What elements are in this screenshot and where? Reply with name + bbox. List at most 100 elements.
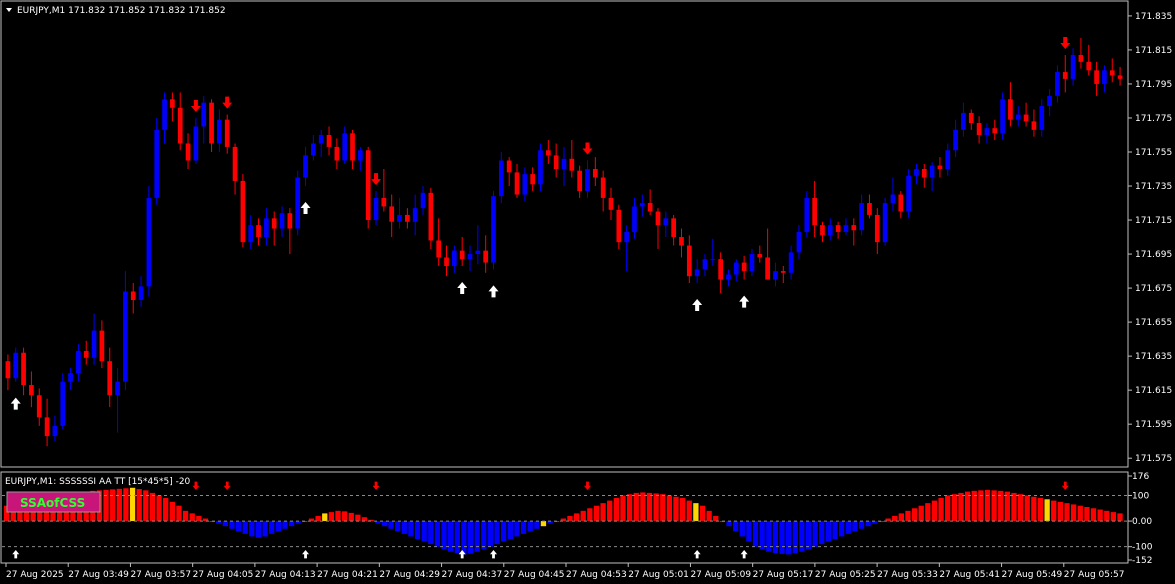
candle-body <box>420 192 426 209</box>
indicator-bar <box>766 521 772 552</box>
time-label: 27 Aug 05:49 <box>1002 570 1063 580</box>
indicator-bar <box>269 521 275 534</box>
candle-body <box>1117 75 1123 79</box>
indicator-bar <box>163 498 169 522</box>
candle-body <box>334 146 340 161</box>
candle-body <box>444 257 449 266</box>
candle-body <box>459 250 465 260</box>
indicator-bar <box>1110 512 1117 522</box>
indicator-bar <box>1044 499 1050 522</box>
ssaofcss-badge-label: SSAofCSS <box>20 496 85 510</box>
indicator-bar <box>275 521 282 532</box>
indicator-bar <box>189 513 195 522</box>
indicator-bar <box>242 521 248 534</box>
candle-body <box>561 158 567 170</box>
price-label: 171.595 <box>1135 420 1172 430</box>
candle-body <box>937 165 943 170</box>
candle-body <box>29 385 34 396</box>
indicator-bar <box>335 510 341 522</box>
candle-body <box>13 352 19 379</box>
candle-body <box>655 211 661 226</box>
indicator-bar <box>573 513 580 522</box>
candle-body <box>483 250 489 263</box>
indicator-bar <box>249 521 255 537</box>
candle-body <box>303 155 308 178</box>
indicator-bar <box>129 487 136 522</box>
candle-body <box>992 128 998 134</box>
time-label: 27 Aug 04:53 <box>566 570 627 580</box>
indicator-bar <box>746 521 752 542</box>
candle-body <box>882 203 888 243</box>
time-label: 27 Aug 03:57 <box>130 570 191 580</box>
indicator-bar <box>779 521 785 554</box>
time-label: 27 Aug 04:13 <box>255 570 316 580</box>
candle-body <box>436 240 442 258</box>
time-label: 27 Aug 04:05 <box>193 570 254 580</box>
candle-body <box>1000 99 1005 134</box>
candle-body <box>271 218 277 229</box>
price-label: 171.735 <box>1135 182 1172 192</box>
indicator-bar <box>414 521 421 539</box>
indicator-bar <box>1104 510 1110 522</box>
time-label: 27 Aug 04:37 <box>442 570 503 580</box>
candle-body <box>295 177 301 229</box>
candle-body <box>1086 61 1092 71</box>
indicator-bar <box>487 521 494 547</box>
indicator-bar <box>169 501 175 522</box>
candle-body <box>68 373 73 382</box>
indicator-bar <box>593 505 600 522</box>
indicator-bar <box>713 515 719 522</box>
candle-body <box>780 271 786 273</box>
indicator-bar <box>938 498 944 522</box>
indicator-bar <box>454 521 460 554</box>
candle-body <box>733 262 739 275</box>
indicator-bar <box>501 521 507 542</box>
time-label: 27 Aug 2025 <box>6 570 64 580</box>
candle-body <box>788 252 794 273</box>
price-label: 171.575 <box>1135 454 1172 464</box>
candle-body <box>773 271 778 280</box>
indicator-bar <box>587 508 593 522</box>
indicator-bar <box>520 521 527 534</box>
indicator-bar <box>752 521 759 547</box>
candle-body <box>1102 70 1107 84</box>
price-label: 171.715 <box>1135 216 1172 226</box>
indicator-bar <box>381 521 388 527</box>
candle-body <box>914 169 919 176</box>
price-label: 171.615 <box>1135 386 1172 396</box>
indicator-bar <box>467 521 474 554</box>
indicator-bar <box>792 521 798 554</box>
time-label: 27 Aug 05:33 <box>877 570 938 580</box>
candle-body <box>820 225 825 236</box>
candle-body <box>256 225 261 238</box>
candle-body <box>812 197 817 226</box>
indicator-bar <box>964 491 971 522</box>
indicator-bar <box>706 510 712 522</box>
indicator-bar <box>805 521 812 550</box>
price-label: 171.815 <box>1135 46 1172 56</box>
candle-body <box>553 155 559 170</box>
indicator-bar <box>1097 509 1103 522</box>
candle-body <box>522 174 528 195</box>
indicator-bar <box>819 521 825 545</box>
candle-body <box>616 209 622 243</box>
candle-body <box>185 143 191 161</box>
candle-body <box>827 225 833 236</box>
chart-canvas[interactable]: EURJPY,M1 171.832 171.852 171.832 171.85… <box>0 0 1175 584</box>
indicator-bar <box>726 521 732 527</box>
candle-body <box>639 203 645 207</box>
indicator-bar <box>514 521 520 537</box>
indicator-bar <box>1024 495 1030 522</box>
candle-body <box>412 208 418 222</box>
candle-body <box>491 196 496 263</box>
candle-body <box>921 169 927 178</box>
indicator-bar <box>1057 501 1064 522</box>
candle-body <box>718 259 723 280</box>
indicator-bar <box>640 492 646 522</box>
indicator-bar <box>315 515 321 522</box>
candle-body <box>851 225 857 231</box>
candle-body <box>1008 99 1013 120</box>
candle-body <box>193 126 199 161</box>
candle-body <box>209 102 214 144</box>
indicator-bar <box>666 495 673 522</box>
